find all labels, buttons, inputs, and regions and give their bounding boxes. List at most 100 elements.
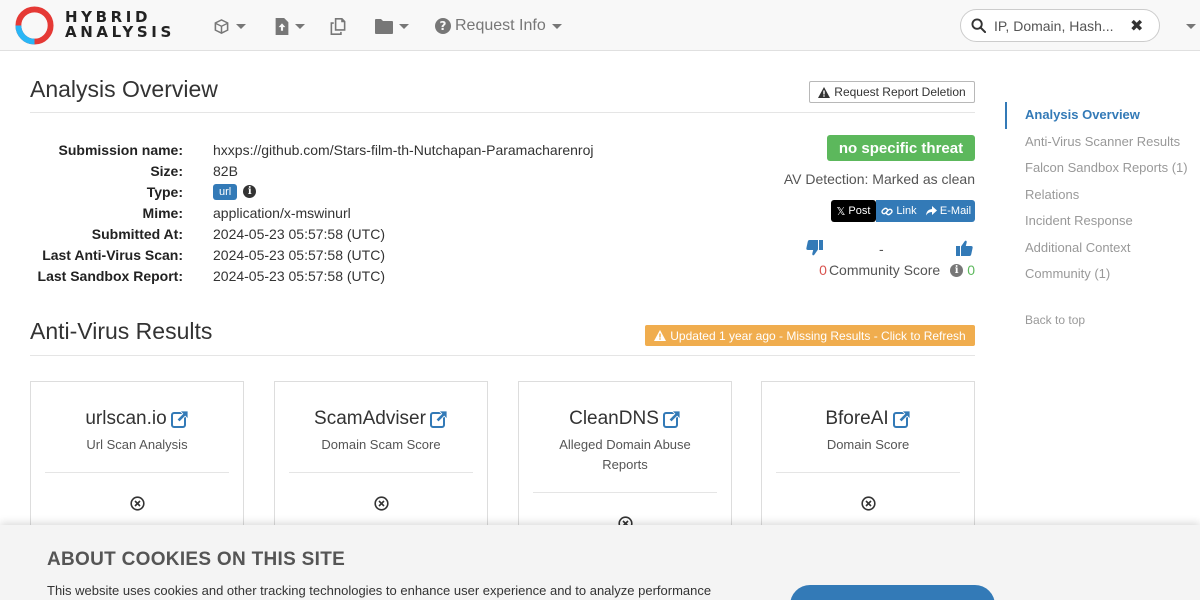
svg-text:?: ?: [440, 19, 447, 33]
upvote-count: 0: [967, 262, 975, 278]
last-sandbox-report-value: 2024-05-23 05:57:58 (UTC): [213, 267, 385, 284]
refresh-results-label: Updated 1 year ago - Missing Results - C…: [670, 328, 966, 343]
nav-request-info-menu[interactable]: ? Request Info: [435, 14, 562, 38]
av-card-title[interactable]: urlscan.io: [31, 408, 243, 430]
av-card-name: ScamAdviser: [314, 408, 426, 429]
last-av-scan-value: 2024-05-23 05:57:58 (UTC): [213, 246, 385, 263]
av-card-subtitle: Url Scan Analysis: [86, 437, 188, 452]
divider: [45, 472, 229, 473]
divider: [776, 472, 960, 473]
nav-cube-menu[interactable]: [213, 14, 246, 38]
nav-folder-menu[interactable]: [375, 14, 409, 38]
external-link-icon: [170, 410, 189, 428]
av-card-name: BforeAI: [825, 408, 889, 429]
sidebar-item-relations[interactable]: Relations: [1007, 182, 1188, 209]
type-badge: url: [213, 183, 238, 200]
warning-icon: [654, 330, 667, 341]
link-icon: [881, 207, 894, 215]
request-info-label: Request Info: [455, 17, 546, 34]
detail-row: Submission name: hxxps://github.com/Star…: [30, 139, 594, 160]
folder-icon: [375, 18, 393, 34]
info-icon[interactable]: i: [243, 185, 257, 198]
av-card-title[interactable]: ScamAdviser: [275, 408, 487, 430]
av-card-title[interactable]: CleanDNS: [519, 408, 731, 430]
cookie-accept-button[interactable]: [790, 585, 995, 600]
av-card-title[interactable]: BforeAI: [762, 408, 974, 430]
refresh-results-badge[interactable]: Updated 1 year ago - Missing Results - C…: [645, 325, 975, 346]
sidebar-item-av-scanner-results[interactable]: Anti-Virus Scanner Results: [1007, 129, 1188, 156]
av-card-name: urlscan.io: [85, 408, 167, 429]
no-result-icon: [762, 496, 974, 511]
search-input[interactable]: [994, 17, 1122, 34]
share-email-label: E-Mail: [939, 205, 972, 217]
detail-row: Type: url i: [30, 181, 594, 202]
detail-label: Submitted At:: [91, 225, 183, 242]
detail-label: Size:: [150, 162, 183, 179]
share-x-button[interactable]: 𝕏 Post: [831, 200, 876, 222]
share-link-button[interactable]: Link: [876, 200, 922, 222]
cookie-banner-title: ABOUT COOKIES ON THIS SITE: [47, 549, 346, 570]
external-link-icon: [662, 410, 681, 428]
share-x-label: Post: [848, 205, 871, 217]
thumbs-down-icon[interactable]: [806, 240, 823, 256]
sidebar-item-additional-context[interactable]: Additional Context: [1007, 235, 1188, 262]
vote-separator: -: [879, 241, 884, 257]
analysis-overview-title: Analysis Overview: [30, 76, 218, 102]
user-menu-chevron-icon[interactable]: [1186, 24, 1196, 29]
sidebar-item-incident-response[interactable]: Incident Response: [1007, 208, 1188, 235]
av-card-subtitle: Domain Scam Score: [321, 437, 441, 452]
detail-label: Mime:: [142, 204, 183, 221]
share-arrow-icon: [925, 206, 937, 216]
av-detection-text: AV Detection: Marked as clean: [783, 171, 975, 187]
chevron-down-icon: [236, 23, 246, 29]
sidebar-item-analysis-overview[interactable]: Analysis Overview: [1005, 102, 1188, 129]
nav-submit-menu[interactable]: [275, 14, 305, 38]
search-icon: [971, 18, 986, 33]
info-icon[interactable]: i: [950, 263, 964, 277]
question-circle-icon: ?: [435, 18, 451, 34]
page-sidebar-nav: Analysis Overview Anti-Virus Scanner Res…: [1005, 102, 1188, 288]
logo[interactable]: HYBRID ANALYSIS: [14, 4, 175, 46]
detail-row: Last Anti-Virus Scan: 2024-05-23 05:57:5…: [30, 244, 594, 265]
size-value: 82B: [213, 162, 238, 179]
av-card-name: CleanDNS: [569, 408, 659, 429]
top-navbar: HYBRID ANALYSIS ? Request Info ✖: [0, 0, 1200, 51]
logo-ring-icon: [15, 5, 54, 45]
no-result-icon: [31, 496, 243, 511]
clear-search-icon[interactable]: ✖: [1130, 16, 1143, 36]
type-value: url i: [213, 183, 257, 200]
mime-value: application/x-mswinurl: [213, 204, 351, 221]
chevron-down-icon: [551, 23, 562, 29]
divider: [289, 472, 473, 473]
search-box: ✖: [960, 9, 1160, 42]
av-results-title: Anti-Virus Results: [30, 318, 213, 344]
logo-text: HYBRID ANALYSIS: [65, 10, 175, 40]
chevron-down-icon: [399, 23, 409, 29]
cookie-banner: ABOUT COOKIES ON THIS SITE This website …: [0, 525, 1200, 600]
back-to-top-link[interactable]: Back to top: [1025, 313, 1085, 327]
community-score-label: Community Score: [828, 262, 941, 278]
no-result-icon: [275, 496, 487, 511]
request-deletion-label: Request Report Deletion: [834, 85, 966, 99]
divider: [533, 492, 717, 493]
chevron-down-icon: [295, 23, 305, 29]
share-link-label: Link: [896, 205, 917, 217]
sidebar-item-community[interactable]: Community (1): [1007, 261, 1188, 288]
verdict-badge: no specific threat: [827, 135, 975, 161]
av-card-subtitle: Domain Score: [826, 437, 910, 452]
detail-label: Submission name:: [58, 141, 183, 158]
detail-label: Type:: [146, 183, 183, 200]
detail-label: Last Sandbox Report:: [37, 267, 183, 284]
logo-line-2: ANALYSIS: [65, 23, 175, 41]
sidebar-item-sandbox-reports[interactable]: Falcon Sandbox Reports (1): [1007, 155, 1188, 182]
external-link-icon: [892, 410, 911, 428]
submission-name-value: hxxps://github.com/Stars-film-th-Nutchap…: [213, 141, 594, 158]
nav-compare[interactable]: [330, 14, 346, 38]
detail-row: Submitted At: 2024-05-23 05:57:58 (UTC): [30, 223, 594, 244]
cookie-banner-text: This website uses cookies and other trac…: [47, 583, 712, 598]
thumbs-up-icon[interactable]: [956, 240, 973, 256]
request-deletion-button[interactable]: Request Report Deletion: [809, 81, 975, 103]
share-email-button[interactable]: E-Mail: [922, 200, 975, 222]
detail-row: Last Sandbox Report: 2024-05-23 05:57:58…: [30, 265, 594, 286]
cube-icon: [214, 18, 229, 34]
